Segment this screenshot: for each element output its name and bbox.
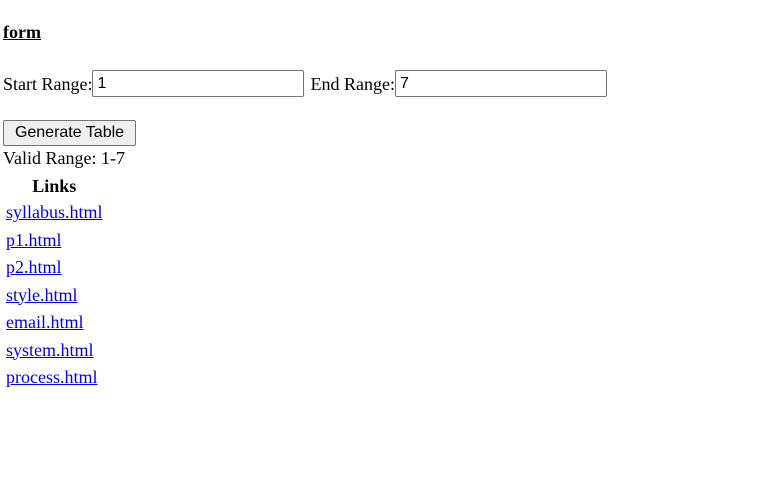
valid-range-text: Valid Range: 1-7: [3, 148, 125, 168]
table-cell: system.html: [5, 338, 104, 364]
table-cell: p2.html: [5, 255, 104, 281]
table-cell: email.html: [5, 310, 104, 336]
link-syllabus[interactable]: syllabus.html: [6, 202, 103, 222]
table-cell: p1.html: [5, 228, 104, 254]
generate-table-button[interactable]: Generate Table: [3, 120, 136, 146]
start-range-label: Start Range:: [3, 73, 93, 94]
table-row: syllabus.html: [5, 200, 104, 226]
links-column-header: Links: [32, 176, 77, 196]
links-table-header-row: Links: [5, 174, 104, 198]
link-p2[interactable]: p2.html: [6, 257, 62, 277]
end-range-input[interactable]: [394, 70, 607, 97]
table-cell: process.html: [5, 365, 104, 391]
table-row: system.html: [5, 338, 104, 364]
link-p1[interactable]: p1.html: [6, 230, 62, 250]
table-row: p2.html: [5, 255, 104, 281]
table-row: process.html: [5, 365, 104, 391]
link-style[interactable]: style.html: [6, 285, 78, 305]
table-row: style.html: [5, 283, 104, 309]
end-range-label: End Range:: [310, 73, 395, 94]
form-heading: form: [3, 22, 41, 42]
range-row: Start Range: End Range:: [3, 70, 607, 97]
table-cell: style.html: [5, 283, 104, 309]
table-cell: syllabus.html: [5, 200, 104, 226]
link-system[interactable]: system.html: [6, 340, 94, 360]
link-process[interactable]: process.html: [6, 367, 98, 387]
table-row: email.html: [5, 310, 104, 336]
start-range-input[interactable]: [92, 70, 305, 97]
table-row: p1.html: [5, 228, 104, 254]
link-email[interactable]: email.html: [6, 312, 83, 332]
links-table: Links syllabus.html p1.html p2.html styl…: [3, 172, 106, 393]
